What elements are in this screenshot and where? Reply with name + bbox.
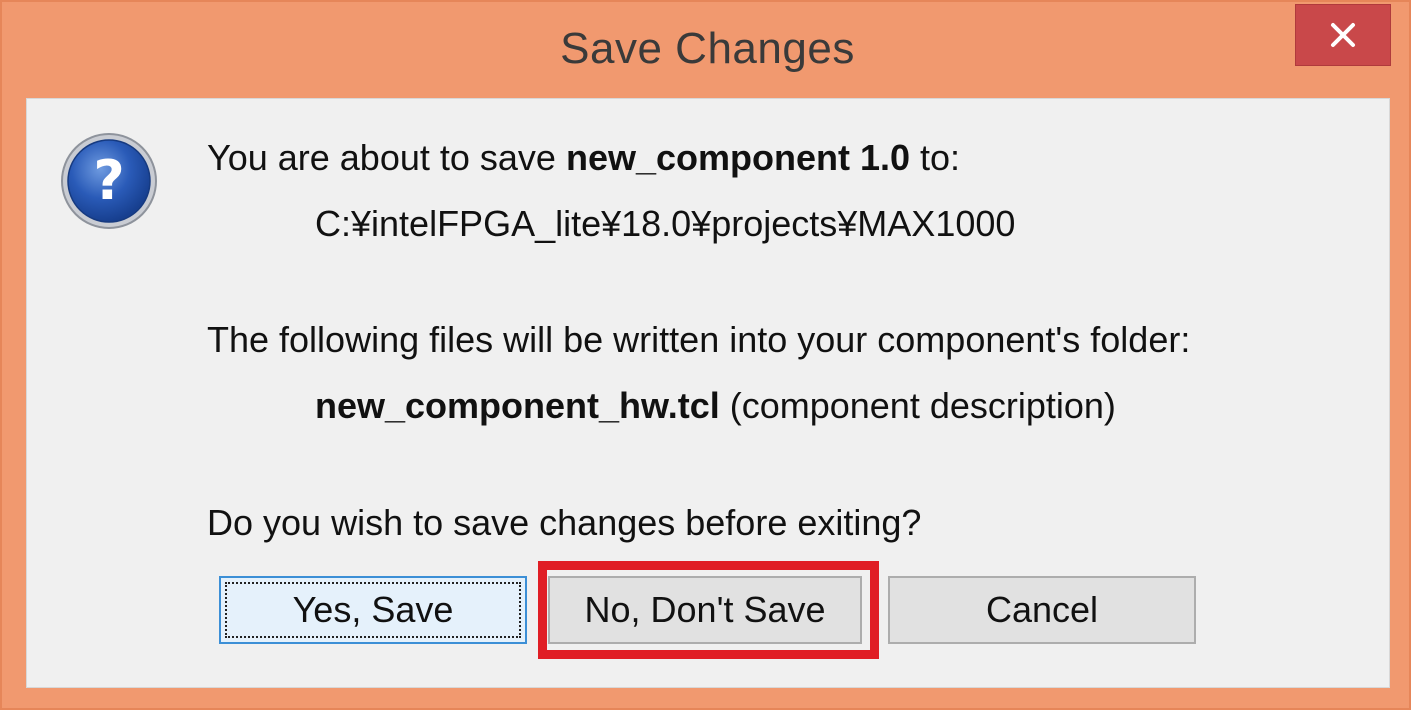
component-name: new_component 1.0 bbox=[565, 137, 911, 178]
save-message-prefix: You are about to save bbox=[207, 137, 566, 178]
question-glyph: ? bbox=[93, 149, 124, 212]
save-path: C:¥intelFPGA_lite¥18.0¥projects¥MAX1000 bbox=[315, 203, 1016, 244]
question-icon: ? bbox=[61, 133, 157, 229]
dialog-title: Save Changes bbox=[560, 24, 855, 73]
save-changes-dialog: Save Changes ? You are about to save new… bbox=[0, 0, 1411, 710]
cancel-button[interactable]: Cancel bbox=[888, 576, 1196, 644]
save-question: Do you wish to save changes before exiti… bbox=[207, 502, 922, 543]
save-message-suffix: to: bbox=[910, 137, 961, 178]
files-intro: The following files will be written into… bbox=[207, 319, 1191, 360]
close-icon bbox=[1331, 23, 1355, 47]
dialog-body: ? You are about to save new_component 1.… bbox=[26, 98, 1390, 688]
yes-save-button[interactable]: Yes, Save bbox=[219, 576, 527, 644]
file-line: new_component_hw.tcl (component descript… bbox=[315, 385, 1116, 427]
close-button[interactable] bbox=[1295, 4, 1391, 66]
save-message-line: You are about to save new_component 1.0 … bbox=[207, 137, 960, 179]
no-dont-save-label: No, Don't Save bbox=[584, 589, 826, 630]
no-dont-save-button[interactable]: No, Don't Save bbox=[548, 576, 862, 644]
focus-rectangle bbox=[225, 582, 521, 638]
file-name: new_component_hw.tcl bbox=[315, 385, 720, 426]
cancel-label: Cancel bbox=[985, 589, 1099, 630]
file-description: (component description) bbox=[719, 385, 1116, 426]
